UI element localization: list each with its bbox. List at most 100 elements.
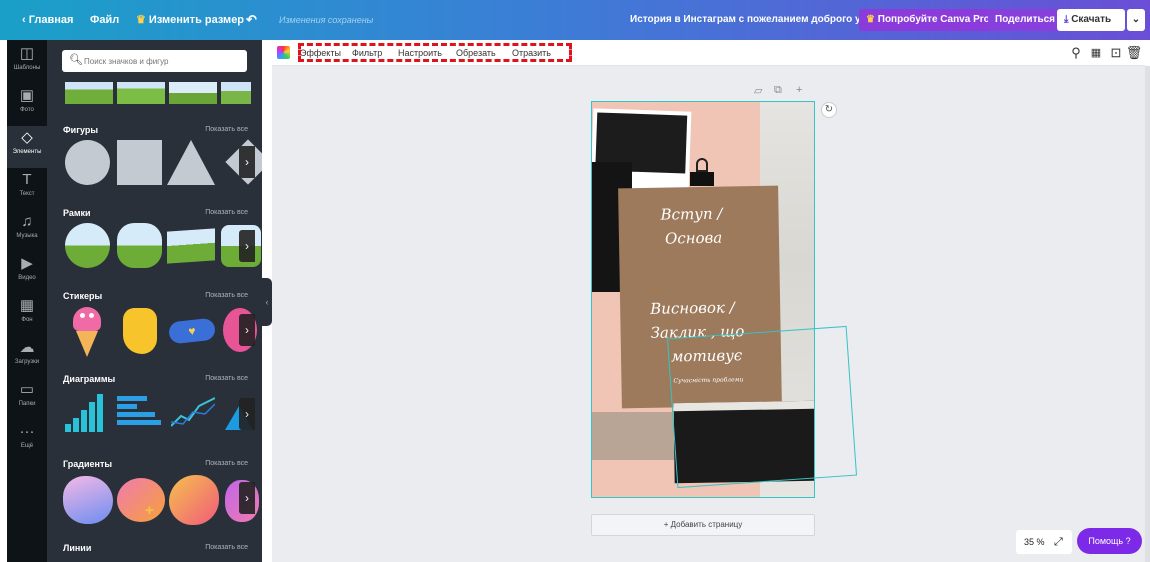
zoom-control[interactable]: 35 % ⤢	[1016, 530, 1072, 554]
undo-icon[interactable]: ↶	[246, 0, 257, 40]
elements-icon: ◇	[21, 129, 33, 146]
vertical-scrollbar[interactable]	[1145, 66, 1150, 562]
shape-triangle[interactable]	[167, 140, 215, 185]
add-page-button[interactable]: + Добавить страницу	[591, 514, 815, 536]
sidebar-item-0[interactable]: ◫ Шаблоны	[7, 42, 47, 84]
photo-thumb[interactable]	[169, 82, 217, 104]
chevron-right-icon: ›	[245, 407, 249, 421]
show-all-shapes[interactable]: Показать все	[205, 126, 248, 133]
chevron-down-icon: ⌄	[1131, 14, 1141, 25]
sticker-love[interactable]: ♥	[167, 317, 217, 345]
shapes-next-button[interactable]: ›	[239, 146, 255, 178]
download-options-button[interactable]: ⌄	[1127, 9, 1145, 31]
section-charts-title: Диаграммы	[63, 374, 116, 384]
sidebar-item-6[interactable]: ▦ Фон	[7, 294, 47, 336]
charts-next-button[interactable]: ›	[239, 398, 255, 430]
show-all-charts[interactable]: Показать все	[205, 375, 248, 382]
gradient-blob-blue[interactable]	[63, 476, 113, 524]
sidebar-item-5[interactable]: ▶ Видео	[7, 252, 47, 294]
photo-icon: ▣	[19, 87, 35, 104]
sidebar-item-label: Видео	[18, 275, 36, 281]
copy-style-icon[interactable]: ⚲	[1067, 43, 1085, 63]
file-menu[interactable]: Файл	[90, 0, 119, 40]
canvas-text-base[interactable]: Основа	[665, 229, 723, 248]
image-toolbar: Эффекты Фильтр Настроить Обрезать Отрази…	[272, 40, 1145, 66]
templates-icon: ◫	[19, 45, 35, 62]
sidebar-item-label: Текст	[19, 191, 35, 197]
show-all-lines[interactable]: Показать все	[205, 544, 248, 551]
search-box[interactable]: 🔍︎	[62, 50, 247, 72]
frame-circle[interactable]	[65, 223, 110, 268]
canvas-text-conclusion-1[interactable]: Висновок /	[650, 298, 735, 317]
frame-wave[interactable]	[167, 228, 215, 264]
lock-icon[interactable]: ⊡	[1107, 43, 1125, 63]
shape-circle[interactable]	[65, 140, 110, 185]
zoom-value: 35 %	[1024, 537, 1045, 547]
chart-thumb-bars[interactable]	[65, 392, 110, 432]
canvas-text-intro[interactable]: Вступ /	[660, 205, 722, 224]
section-stickers-title: Стикеры	[63, 291, 103, 301]
transparency-icon[interactable]: ▦	[1087, 43, 1105, 63]
add-page-icon[interactable]: +	[796, 84, 802, 96]
photo-thumb[interactable]	[65, 82, 113, 104]
line-chart-icon	[170, 397, 216, 427]
download-button[interactable]: ⤓ Скачать	[1057, 9, 1125, 31]
duplicate-page-icon[interactable]: ⧉	[774, 84, 782, 97]
photo-thumb[interactable]	[221, 82, 251, 104]
save-status: Изменения сохранены	[279, 15, 374, 25]
video-icon: ▶	[21, 255, 33, 272]
sidebar-item-7[interactable]: ☁ Загрузки	[7, 336, 47, 378]
color-swatch-icon[interactable]	[277, 46, 290, 59]
photo-thumb[interactable]	[117, 82, 165, 104]
chart-thumb-hbars[interactable]	[117, 396, 162, 430]
editor-area: Эффекты Фильтр Настроить Обрезать Отрази…	[272, 40, 1145, 562]
page-controls: ▱ ⧉ +	[754, 84, 814, 98]
help-button[interactable]: Помощь ?	[1077, 528, 1142, 554]
gradients-next-button[interactable]: ›	[239, 482, 255, 514]
sidebar-item-3[interactable]: T Текст	[7, 168, 47, 210]
sticker-icecream[interactable]	[71, 307, 103, 357]
chart-thumb-line[interactable]	[170, 394, 216, 430]
chevron-right-icon: ›	[245, 155, 249, 169]
search-input[interactable]	[84, 53, 239, 69]
try-pro-button[interactable]: ♛ Попробуйте Canva Pro	[859, 9, 997, 31]
crown-icon: ♛	[136, 14, 149, 26]
shape-square[interactable]	[117, 140, 162, 185]
section-gradients-title: Градиенты	[63, 459, 113, 469]
frames-next-button[interactable]: ›	[239, 230, 255, 262]
gradient-blob-pink[interactable]	[117, 478, 165, 522]
sidebar-item-2[interactable]: ◇ Элементы	[7, 126, 47, 168]
collapse-panel-button[interactable]: ‹	[262, 278, 272, 326]
sidebar-item-9[interactable]: ··· Ещё	[7, 420, 47, 462]
music-icon: ♫	[21, 213, 33, 230]
resize-button[interactable]: ♛ Изменить размер	[136, 0, 244, 40]
chevron-right-icon: ›	[245, 491, 249, 505]
gradient-blob-orange[interactable]	[169, 475, 219, 525]
note-icon[interactable]: ▱	[754, 84, 762, 97]
top-bar: ‹ Главная Файл ♛ Изменить размер ↶ Измен…	[0, 0, 1150, 40]
sidebar-item-4[interactable]: ♫ Музыка	[7, 210, 47, 252]
chevron-right-icon: ›	[245, 323, 249, 337]
sidebar-item-8[interactable]: ▭ Папки	[7, 378, 47, 420]
selection-frame[interactable]	[666, 325, 858, 489]
sidebar-item-label: Шаблоны	[13, 65, 41, 71]
crown-icon: ♛	[866, 14, 878, 25]
show-all-gradients[interactable]: Показать все	[205, 460, 248, 467]
side-nav: ◫ Шаблоны ▣ Фото ◇ Элементы T Текст ♫ Музыка ▶ Виде…	[7, 40, 47, 562]
chevron-right-icon: ›	[245, 239, 249, 253]
fullscreen-icon[interactable]: ⤢	[1054, 530, 1063, 554]
stickers-next-button[interactable]: ›	[239, 314, 255, 346]
home-button[interactable]: ‹ Главная	[22, 0, 73, 40]
show-all-frames[interactable]: Показать все	[205, 209, 248, 216]
trash-icon[interactable]: 🗑︎	[1125, 43, 1143, 63]
sidebar-item-1[interactable]: ▣ Фото	[7, 84, 47, 126]
more-icon: ···	[19, 423, 35, 440]
sticker-hand[interactable]	[123, 308, 157, 354]
document-title[interactable]: История в Инстаграм с пожеланием доброго…	[630, 0, 877, 40]
share-button[interactable]: Поделиться	[988, 9, 1063, 31]
highlight-box	[298, 43, 572, 62]
sidebar-item-label: Фон	[21, 317, 33, 323]
show-all-stickers[interactable]: Показать все	[205, 292, 248, 299]
rotate-handle-icon[interactable]: ↻	[821, 102, 837, 118]
frame-scalloped[interactable]	[117, 223, 162, 268]
